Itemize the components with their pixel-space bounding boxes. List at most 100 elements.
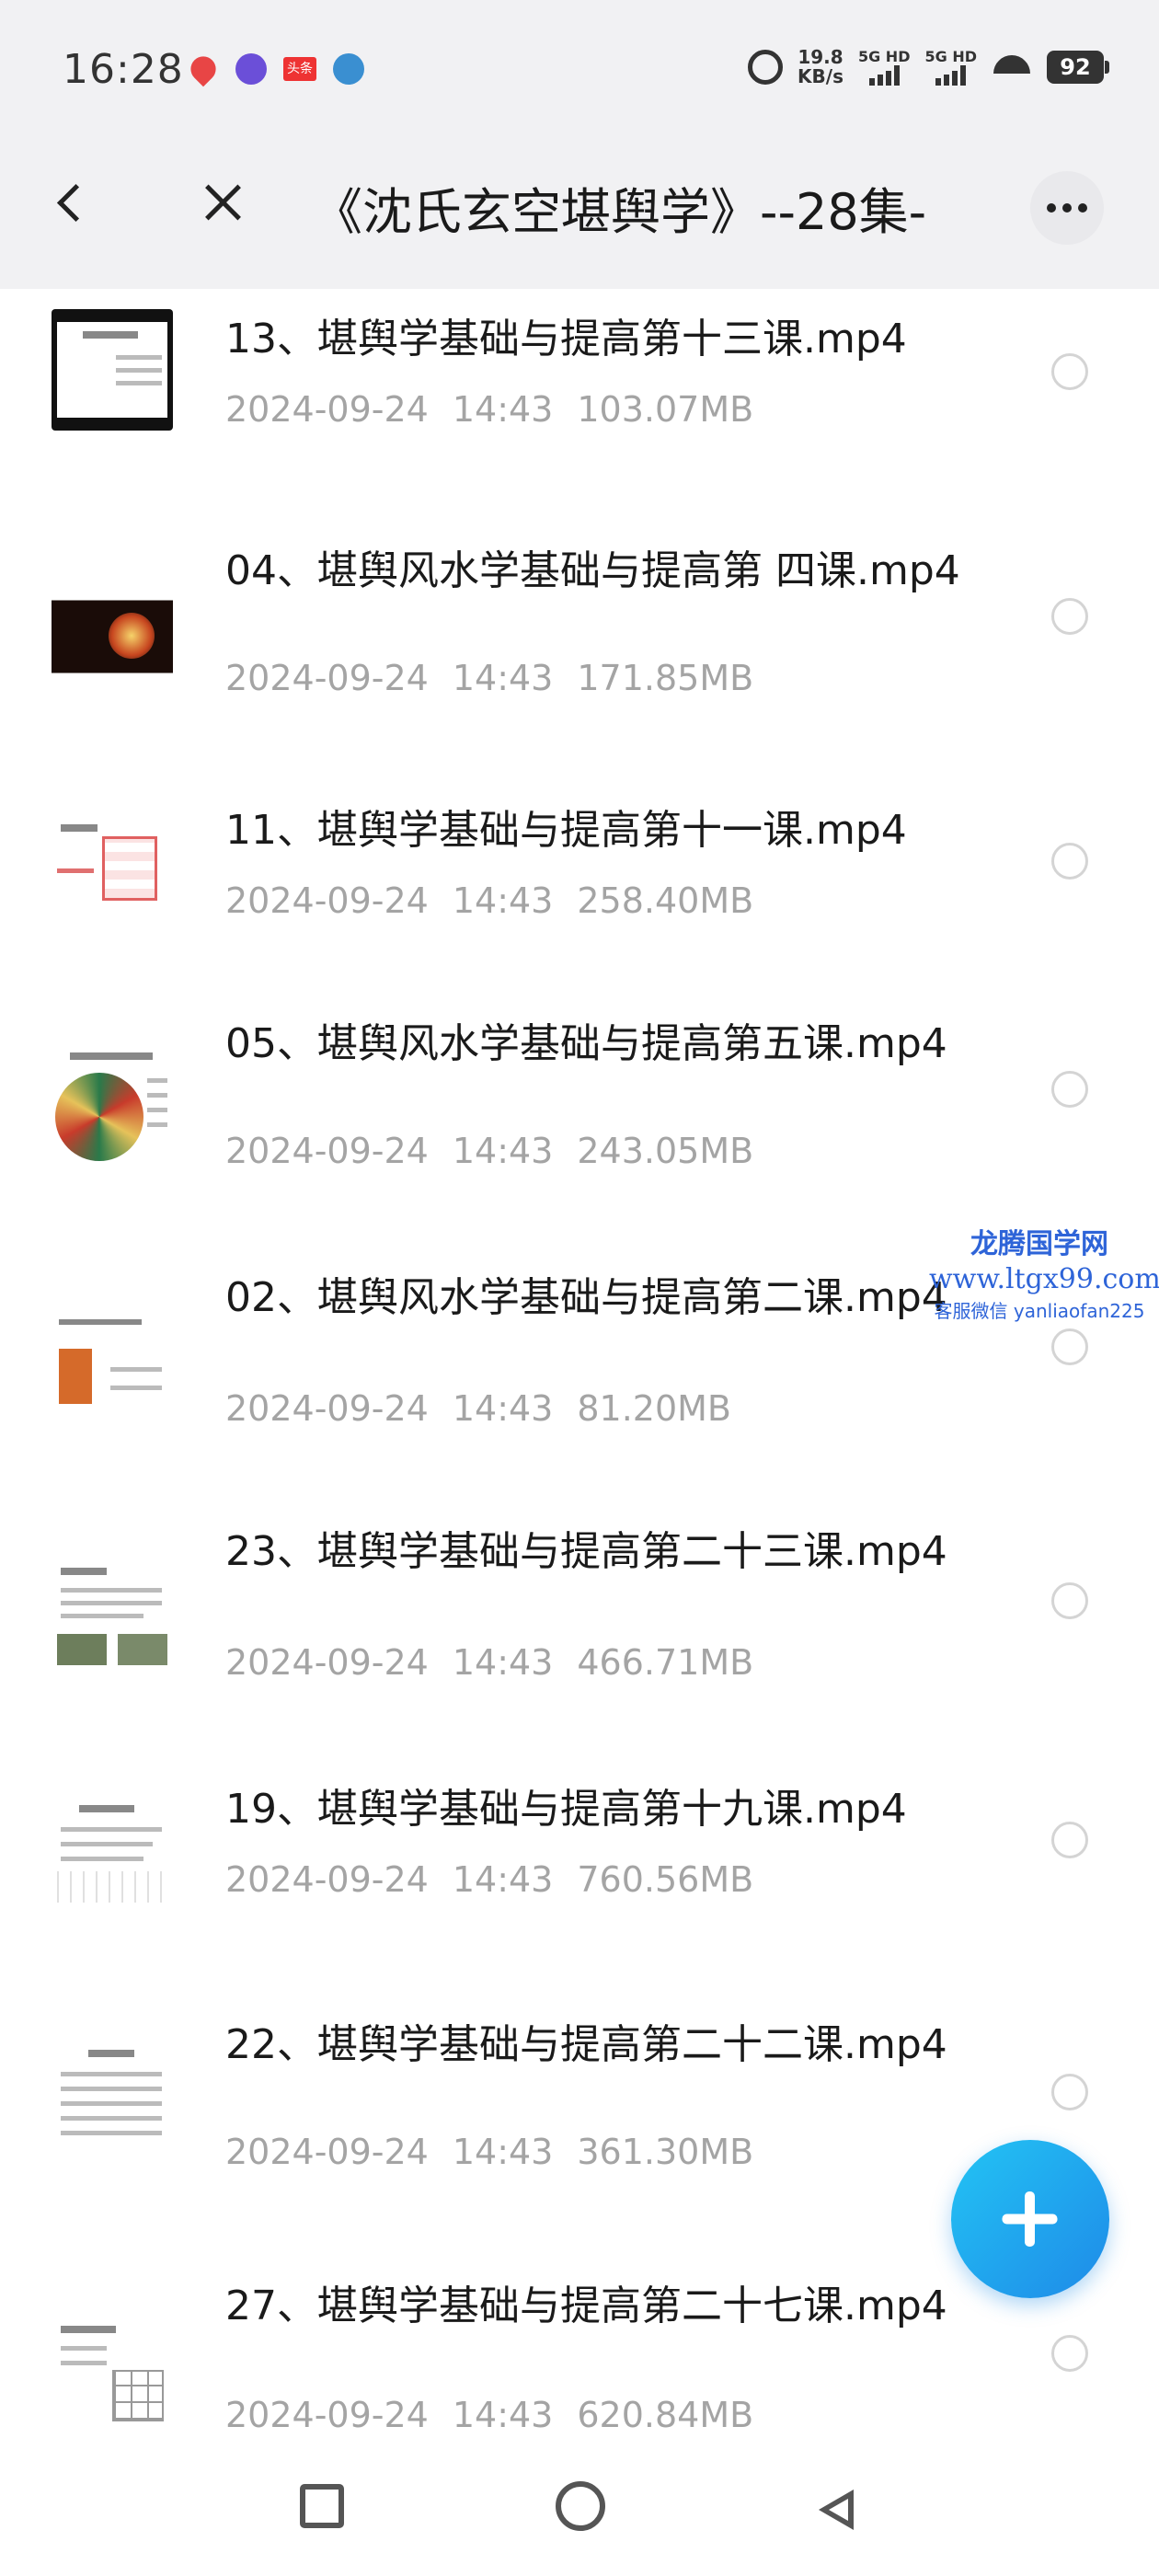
list-item[interactable]: 05、堪舆风水学基础与提高第五课.mp4 2024-09-24 14:43 243.… <box>0 986 1159 1244</box>
network-speed: 19.8 KB/s <box>798 48 843 86</box>
list-item[interactable]: 13、堪舆学基础与提高第十三课.mp4 2024-09-24 14:43 103.0… <box>0 289 1159 510</box>
video-thumbnail <box>52 1794 173 1915</box>
more-icon[interactable] <box>1030 171 1104 245</box>
file-size: 620.84MB <box>577 2395 754 2435</box>
file-size: 81.20MB <box>577 1388 732 1429</box>
file-meta: 2024-09-24 14:43 620.84MB <box>225 2394 777 2436</box>
watermark-name: 龙腾国学网 <box>970 1228 1108 1260</box>
network-speed-value: 19.8 <box>798 46 843 68</box>
file-time: 14:43 <box>452 1642 554 1683</box>
file-time: 14:43 <box>452 2132 554 2172</box>
system-nav-bar <box>0 2438 1159 2576</box>
watermark-url: www.ltgx99.com <box>929 1263 1159 1295</box>
file-meta: 2024-09-24 14:43 81.20MB <box>225 1387 755 1430</box>
select-radio[interactable] <box>1051 2074 1088 2110</box>
home-icon[interactable] <box>556 2481 605 2531</box>
list-item[interactable]: 11、堪舆学基础与提高第十一课.mp4 2024-09-24 14:43 258.4… <box>0 780 1159 986</box>
notification-icons: 头条 <box>185 51 364 87</box>
status-bar: 16:28 头条 19.8 KB/s 5G HD 5G HD 92 <box>0 0 1159 118</box>
status-time: 16:28 <box>63 46 184 93</box>
recent-apps-icon[interactable] <box>300 2484 344 2528</box>
file-time: 14:43 <box>452 389 554 430</box>
back-icon[interactable] <box>48 175 103 230</box>
file-date: 2024-09-24 <box>225 1642 429 1683</box>
file-size: 243.05MB <box>577 1131 754 1171</box>
file-meta: 2024-09-24 14:43 361.30MB <box>225 2131 777 2173</box>
file-time: 14:43 <box>452 1388 554 1429</box>
alarm-icon <box>748 50 784 85</box>
video-thumbnail <box>52 813 173 935</box>
select-radio[interactable] <box>1051 1822 1088 1858</box>
add-button[interactable] <box>951 2140 1109 2298</box>
file-size: 361.30MB <box>577 2132 754 2172</box>
file-name: 11、堪舆学基础与提高第十一课.mp4 <box>225 807 907 854</box>
close-icon[interactable] <box>195 175 250 230</box>
file-name: 22、堪舆学基础与提高第二十二课.mp4 <box>225 2021 947 2068</box>
video-thumbnail <box>52 309 173 431</box>
file-date: 2024-09-24 <box>225 1131 429 1171</box>
file-time: 14:43 <box>452 1859 554 1900</box>
list-item[interactable]: 23、堪舆学基础与提高第二十三课.mp4 2024-09-24 14:43 466.… <box>0 1498 1159 1752</box>
video-thumbnail <box>52 2039 173 2160</box>
file-meta: 2024-09-24 14:43 760.56MB <box>225 1858 777 1901</box>
file-name: 13、堪舆学基础与提高第十三课.mp4 <box>225 316 907 362</box>
select-radio[interactable] <box>1051 1582 1088 1619</box>
select-radio[interactable] <box>1051 1328 1088 1365</box>
file-time: 14:43 <box>452 880 554 921</box>
map-pin-icon <box>185 51 222 87</box>
file-name: 23、堪舆学基础与提高第二十三课.mp4 <box>225 1528 947 1575</box>
battery-icon: 92 <box>1047 51 1109 84</box>
system-icons: 19.8 KB/s 5G HD 5G HD 92 <box>748 48 1109 86</box>
file-size: 171.85MB <box>577 658 754 698</box>
select-radio[interactable] <box>1051 353 1088 390</box>
signal-icon-2: 5G HD <box>924 49 977 86</box>
list-item[interactable]: 04、堪舆风水学基础与提高第 四课.mp4 2024-09-24 14:43 171… <box>0 510 1159 780</box>
select-radio[interactable] <box>1051 1071 1088 1108</box>
video-thumbnail <box>52 1045 173 1167</box>
file-size: 466.71MB <box>577 1642 754 1683</box>
file-name: 04、堪舆风水学基础与提高第 四课.mp4 <box>225 547 960 594</box>
watermark: 龙腾国学网 www.ltgx99.com 客服微信 yanliaofan225 <box>929 1227 1159 1325</box>
select-radio[interactable] <box>1051 843 1088 880</box>
bot-app-icon <box>333 53 364 85</box>
file-date: 2024-09-24 <box>225 2395 429 2435</box>
signal-icon: 5G HD <box>857 48 911 86</box>
file-date: 2024-09-24 <box>225 2132 429 2172</box>
file-list[interactable]: 13、堪舆学基础与提高第十三课.mp4 2024-09-24 14:43 103.0… <box>0 289 1159 2438</box>
file-size: 103.07MB <box>577 389 754 430</box>
video-thumbnail <box>52 2315 173 2436</box>
select-radio[interactable] <box>1051 2335 1088 2372</box>
news-app-icon: 头条 <box>283 57 316 81</box>
page-title: 《沈氏玄空堪舆学》--28集- <box>313 183 927 241</box>
file-date: 2024-09-24 <box>225 1388 429 1429</box>
file-name: 05、堪舆风水学基础与提高第五课.mp4 <box>225 1020 947 1067</box>
file-date: 2024-09-24 <box>225 1859 429 1900</box>
list-item[interactable]: 19、堪舆学基础与提高第十九课.mp4 2024-09-24 14:43 760.5… <box>0 1752 1159 1991</box>
video-thumbnail <box>52 1557 173 1678</box>
file-name: 19、堪舆学基础与提高第十九课.mp4 <box>225 1786 907 1833</box>
file-meta: 2024-09-24 14:43 103.07MB <box>225 388 777 431</box>
file-size: 760.56MB <box>577 1859 754 1900</box>
top-app-bar: 《沈氏玄空堪舆学》--28集- <box>0 118 1159 289</box>
file-name: 27、堪舆学基础与提高第二十七课.mp4 <box>225 2283 947 2329</box>
video-thumbnail <box>52 576 173 697</box>
file-time: 14:43 <box>452 658 554 698</box>
file-name: 02、堪舆风水学基础与提高第二课.mp4 <box>225 1274 947 1321</box>
select-radio[interactable] <box>1051 598 1088 635</box>
file-date: 2024-09-24 <box>225 880 429 921</box>
file-time: 14:43 <box>452 1131 554 1171</box>
file-meta: 2024-09-24 14:43 171.85MB <box>225 657 777 699</box>
sim1-label: 5G HD <box>857 48 911 65</box>
back-triangle-icon[interactable] <box>813 2480 865 2532</box>
watermark-contact: 客服微信 yanliaofan225 <box>934 1300 1145 1322</box>
network-speed-unit: KB/s <box>798 65 843 87</box>
file-date: 2024-09-24 <box>225 389 429 430</box>
loop-app-icon <box>235 53 267 85</box>
video-thumbnail <box>52 1308 173 1430</box>
sim2-label: 5G HD <box>924 48 977 65</box>
file-meta: 2024-09-24 14:43 466.71MB <box>225 1641 777 1684</box>
file-time: 14:43 <box>452 2395 554 2435</box>
file-meta: 2024-09-24 14:43 243.05MB <box>225 1130 777 1172</box>
wifi-icon <box>992 52 1032 83</box>
file-date: 2024-09-24 <box>225 658 429 698</box>
